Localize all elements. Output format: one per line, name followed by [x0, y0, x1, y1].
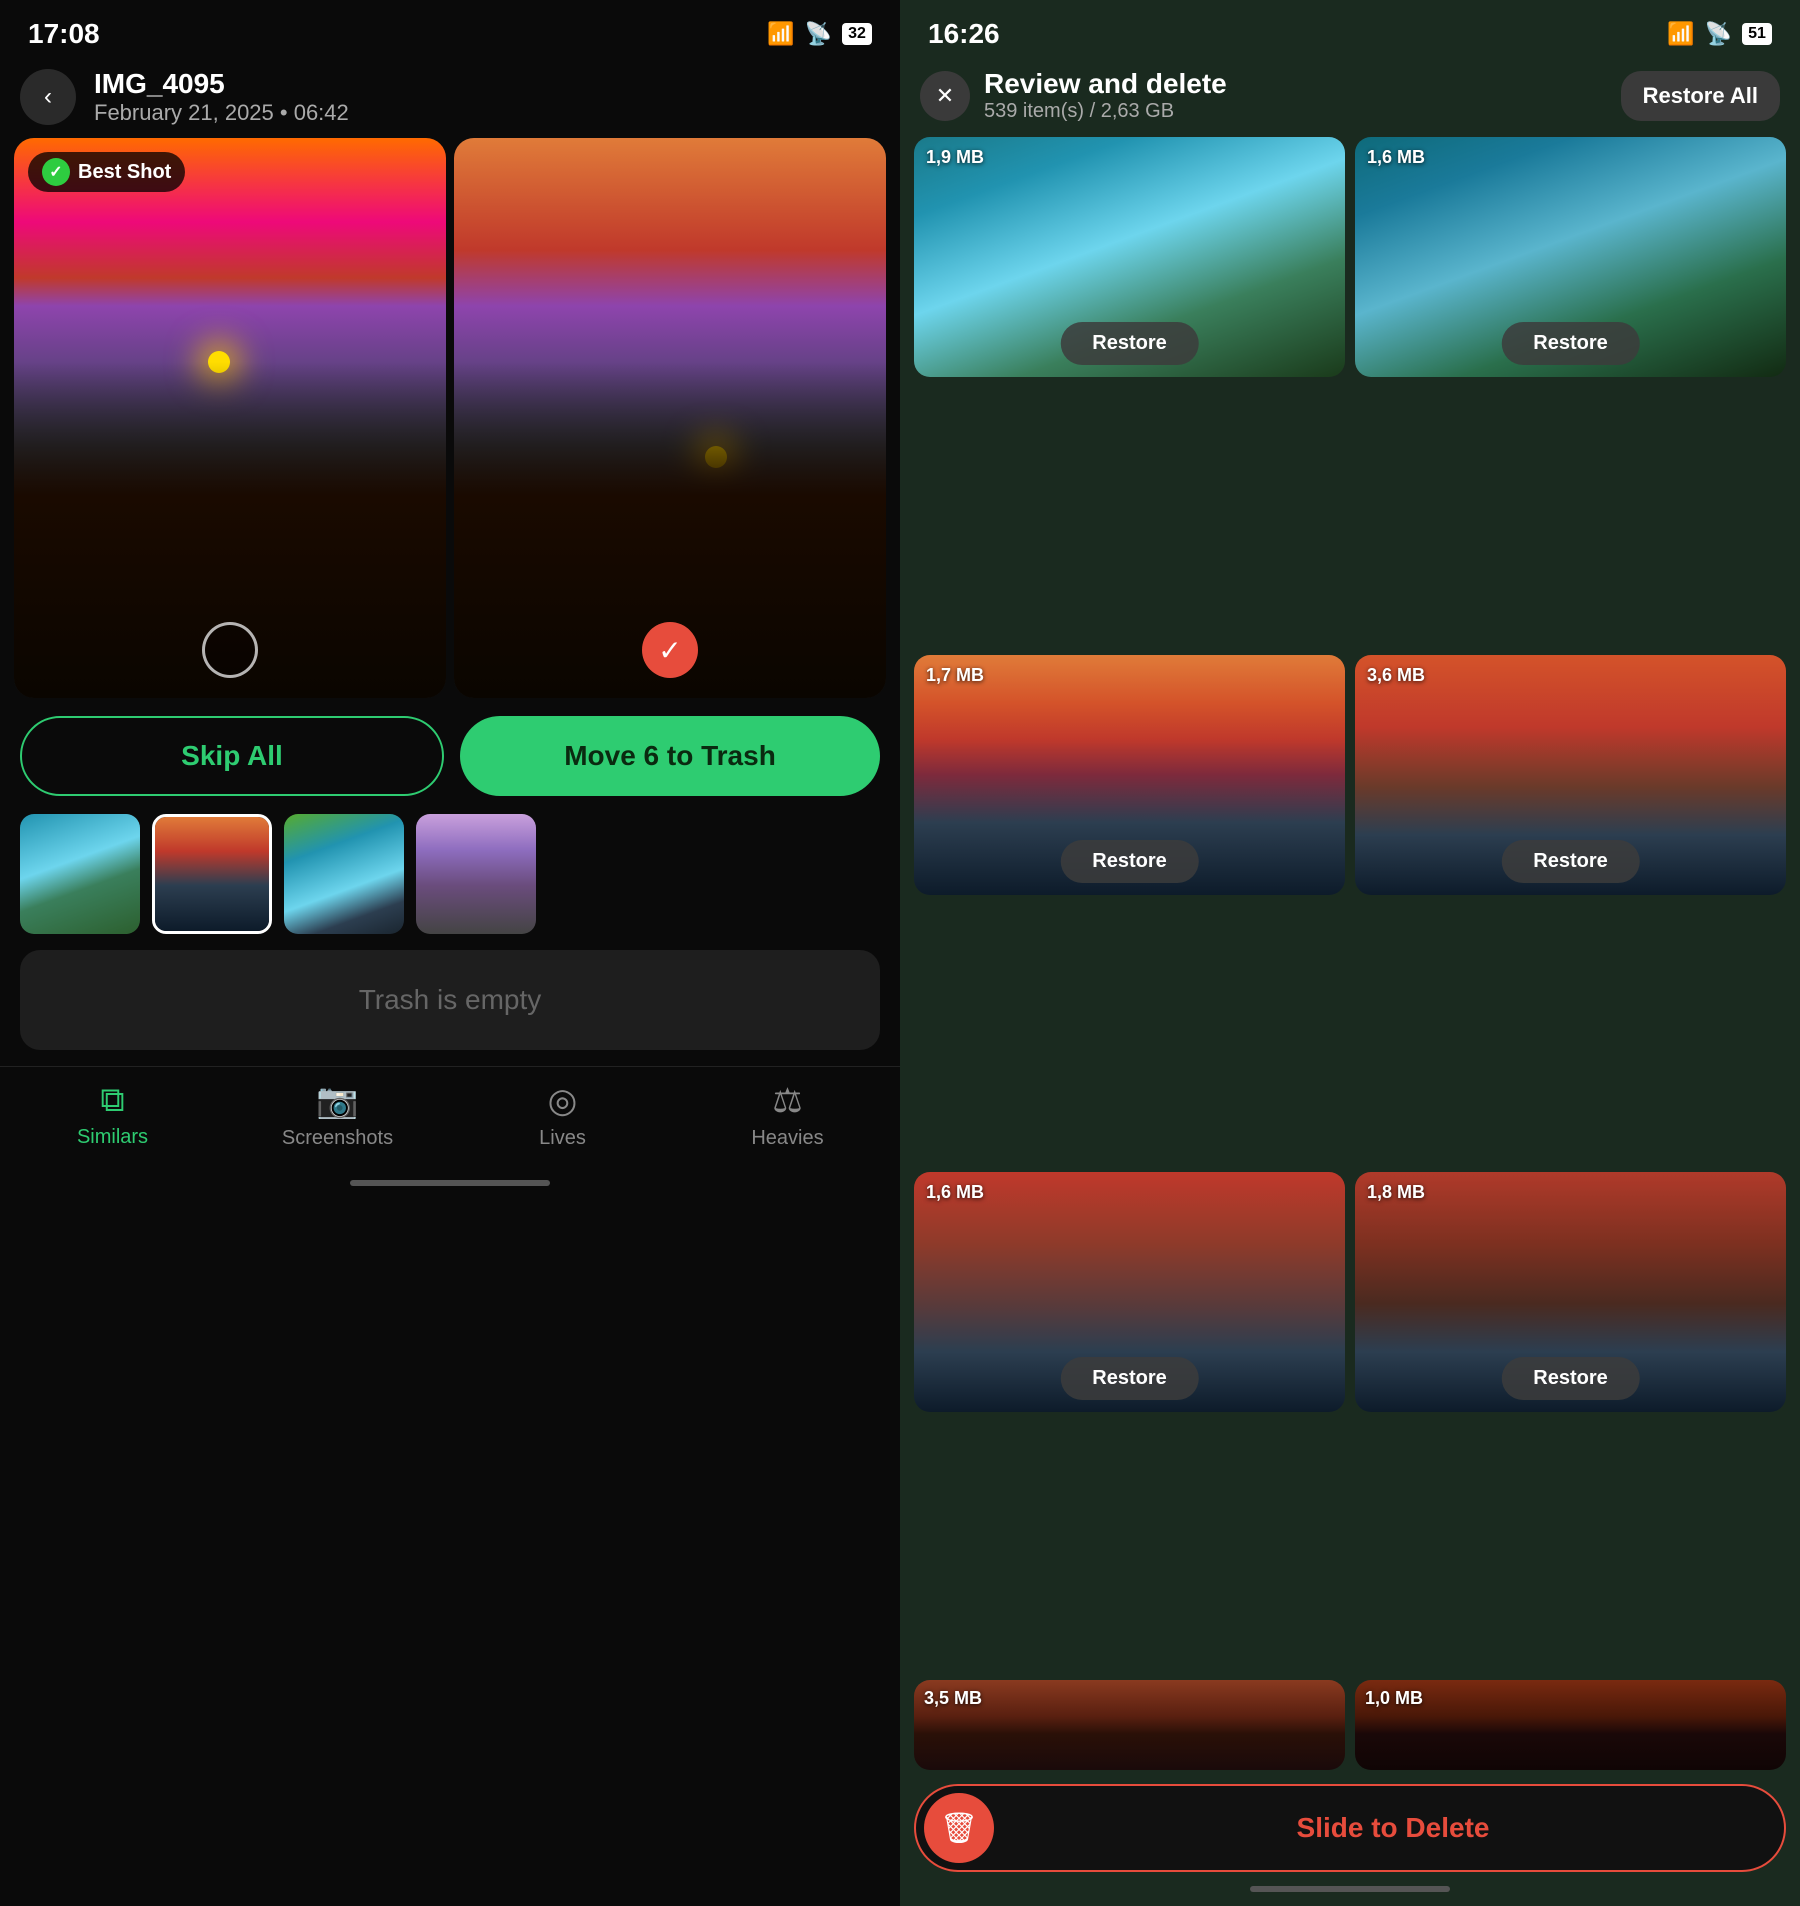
image-date: February 21, 2025 • 06:42 [94, 100, 349, 126]
thumb-cove-img [284, 814, 404, 934]
partial-photo-7[interactable]: 3,5 MB [914, 1680, 1345, 1770]
home-indicator-left [350, 1180, 550, 1186]
thumbnails-row [0, 814, 900, 950]
review-title: Review and delete [984, 68, 1607, 100]
similars-label: Similars [77, 1126, 148, 1149]
right-panel: 16:26 📶 📡 51 ✕ Review and delete 539 ite… [900, 0, 1800, 1906]
lives-label: Lives [539, 1127, 586, 1150]
lives-icon: ◎ [548, 1081, 578, 1121]
photo-size-3: 1,7 MB [926, 665, 984, 686]
status-icons-left: 📶 📡 32 [767, 21, 872, 47]
best-shot-icon: ✓ [42, 158, 70, 186]
restore-button-5[interactable]: Restore [1060, 1357, 1198, 1400]
time-right: 16:26 [928, 18, 1000, 50]
grid-photo-3[interactable]: 1,7 MB Restore [914, 655, 1345, 895]
battery-right: 51 [1742, 23, 1772, 45]
slide-delete-bar[interactable]: 🗑 Slide to Delete [914, 1784, 1786, 1872]
screenshots-icon: 📷 [316, 1081, 358, 1121]
partial-photo-8[interactable]: 1,0 MB [1355, 1680, 1786, 1770]
time-left: 17:08 [28, 18, 100, 50]
left-panel: 17:08 📶 📡 32 ‹ IMG_4095 February 21, 202… [0, 0, 900, 1906]
slide-delete-label: Slide to Delete [1010, 1812, 1776, 1844]
sun-right [705, 446, 727, 468]
thumb-1[interactable] [20, 814, 140, 934]
signal-icon: 📶 [767, 21, 794, 47]
grid-photo-1[interactable]: 1,9 MB Restore [914, 137, 1345, 377]
restore-button-2[interactable]: Restore [1501, 322, 1639, 365]
nav-lives[interactable]: ◎ Lives [450, 1081, 675, 1150]
select-circle[interactable] [202, 622, 258, 678]
photo-title-block: IMG_4095 February 21, 2025 • 06:42 [94, 68, 349, 126]
heavies-icon: ⚖ [772, 1081, 802, 1121]
nav-heavies[interactable]: ⚖ Heavies [675, 1081, 900, 1150]
photo-grid: 1,9 MB Restore 1,6 MB Restore 1,7 MB Res… [900, 137, 1800, 1680]
grid-photo-6[interactable]: 1,8 MB Restore [1355, 1172, 1786, 1412]
restore-button-1[interactable]: Restore [1060, 322, 1198, 365]
photo-size-2: 1,6 MB [1367, 147, 1425, 168]
thumb-cat-img [416, 814, 536, 934]
sunset-photo-right [454, 138, 886, 698]
trash-empty-label: Trash is empty [359, 984, 542, 1016]
best-shot-badge: ✓ Best Shot [28, 152, 185, 192]
review-title-block: Review and delete 539 item(s) / 2,63 GB [984, 68, 1607, 123]
nav-similars[interactable]: ⧉ Similars [0, 1081, 225, 1150]
status-bar-left: 17:08 📶 📡 32 [0, 0, 900, 58]
photo-duplicate[interactable]: ✓ [454, 138, 886, 698]
delete-circle-button[interactable]: 🗑 [924, 1793, 994, 1863]
grid-photo-5[interactable]: 1,6 MB Restore [914, 1172, 1345, 1412]
photo-comparison: ✓ Best Shot ✓ [0, 138, 900, 698]
back-icon: ‹ [44, 83, 52, 111]
thumb-beach-img [20, 814, 140, 934]
partial-size-7: 3,5 MB [924, 1688, 982, 1709]
status-bar-right: 16:26 📶 📡 51 [900, 0, 1800, 58]
grid-photo-4[interactable]: 3,6 MB Restore [1355, 655, 1786, 895]
battery-left: 32 [842, 23, 872, 45]
restore-button-3[interactable]: Restore [1060, 840, 1198, 883]
photo-size-1: 1,9 MB [926, 147, 984, 168]
move-to-trash-button[interactable]: Move 6 to Trash [460, 716, 880, 796]
bottom-nav: ⧉ Similars 📷 Screenshots ◎ Lives ⚖ Heavi… [0, 1066, 900, 1180]
thumb-sunset-img [155, 817, 269, 931]
photo-size-5: 1,6 MB [926, 1182, 984, 1203]
restore-button-4[interactable]: Restore [1501, 840, 1639, 883]
back-button[interactable]: ‹ [20, 69, 76, 125]
status-icons-right: 📶 📡 51 [1667, 21, 1772, 47]
photo-header: ‹ IMG_4095 February 21, 2025 • 06:42 [0, 58, 900, 138]
close-button[interactable]: ✕ [920, 71, 970, 121]
skip-all-button[interactable]: Skip All [20, 716, 444, 796]
sun-left [208, 351, 230, 373]
partial-size-8: 1,0 MB [1365, 1688, 1423, 1709]
close-icon: ✕ [936, 83, 954, 109]
select-check[interactable]: ✓ [642, 622, 698, 678]
partial-photo-row: 3,5 MB 1,0 MB [900, 1680, 1800, 1770]
restore-all-button[interactable]: Restore All [1621, 71, 1780, 121]
review-subtitle: 539 item(s) / 2,63 GB [984, 100, 1607, 123]
wifi-icon: 📡 [805, 21, 832, 47]
heavies-label: Heavies [751, 1127, 823, 1150]
wifi-icon-right: 📡 [1705, 21, 1732, 47]
signal-icon-right: 📶 [1667, 21, 1694, 47]
restore-button-6[interactable]: Restore [1501, 1357, 1639, 1400]
thumb-3[interactable] [284, 814, 404, 934]
trash-box: Trash is empty [20, 950, 880, 1050]
photo-size-4: 3,6 MB [1367, 665, 1425, 686]
photo-best[interactable]: ✓ Best Shot [14, 138, 446, 698]
trash-icon: 🗑 [940, 1811, 978, 1846]
photo-size-6: 1,8 MB [1367, 1182, 1425, 1203]
grid-photo-2[interactable]: 1,6 MB Restore [1355, 137, 1786, 377]
screenshots-label: Screenshots [282, 1127, 393, 1150]
similars-icon: ⧉ [100, 1081, 124, 1120]
thumb-2-selected[interactable] [152, 814, 272, 934]
review-header: ✕ Review and delete 539 item(s) / 2,63 G… [900, 58, 1800, 137]
sunset-photo-left [14, 138, 446, 698]
nav-screenshots[interactable]: 📷 Screenshots [225, 1081, 450, 1150]
image-name: IMG_4095 [94, 68, 349, 100]
best-shot-label: Best Shot [78, 161, 171, 184]
home-indicator-right [1250, 1886, 1450, 1892]
action-buttons: Skip All Move 6 to Trash [0, 698, 900, 814]
thumb-4[interactable] [416, 814, 536, 934]
